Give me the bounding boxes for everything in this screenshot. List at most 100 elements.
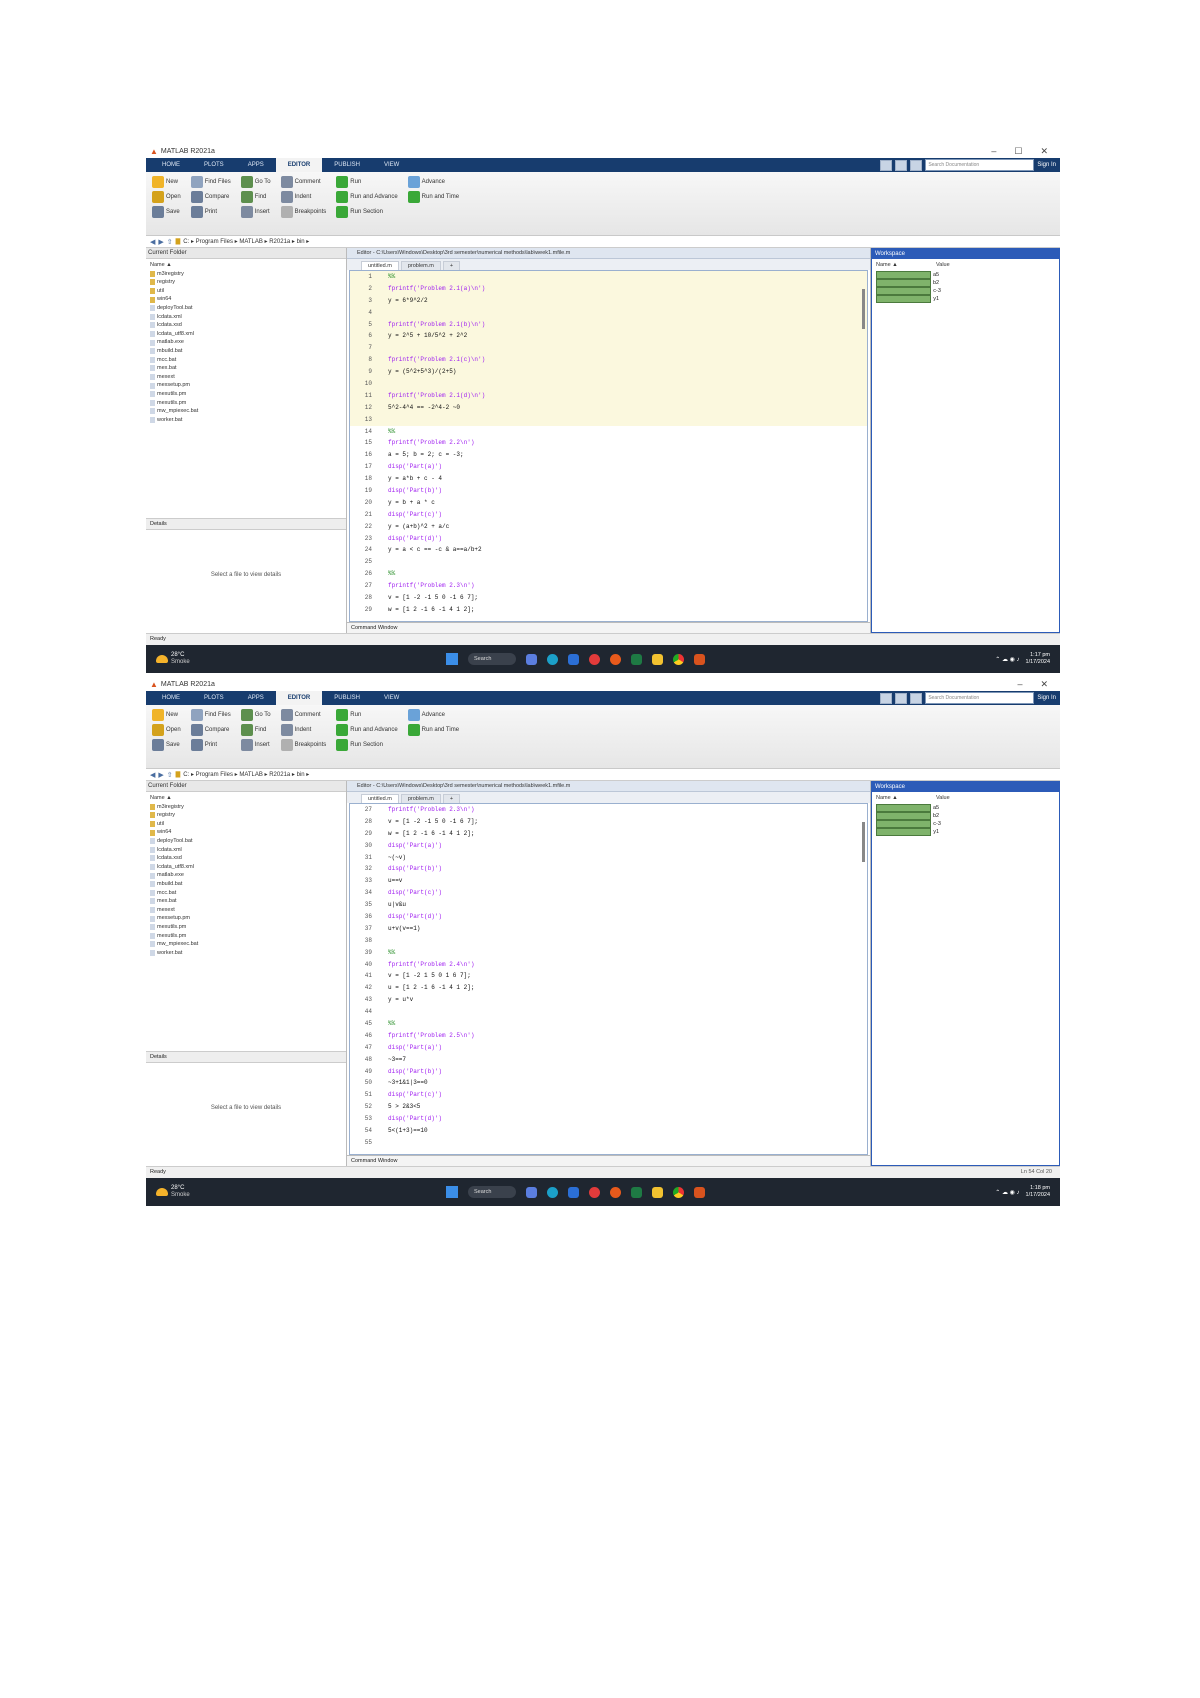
- run-and-advance-button[interactable]: Run and Advance: [336, 724, 398, 736]
- back-icon[interactable]: ◀: [150, 771, 155, 779]
- file-list-item[interactable]: lcdata.xsd: [150, 321, 342, 330]
- forward-icon[interactable]: ▶: [158, 238, 163, 246]
- file-list-item[interactable]: mexutils.pm: [150, 390, 342, 399]
- editor-file-tab[interactable]: +: [442, 794, 461, 803]
- file-explorer-icon[interactable]: [652, 1186, 663, 1198]
- help-icon[interactable]: [910, 692, 923, 704]
- file-list-item[interactable]: mex.bat: [150, 364, 342, 373]
- file-list-item[interactable]: mw_mpiexec.bat: [150, 940, 342, 949]
- code-line[interactable]: 48 ~3==7: [350, 1054, 867, 1066]
- taskbar-search[interactable]: Search: [468, 653, 516, 665]
- code-line[interactable]: 7: [350, 342, 867, 355]
- file-list-item[interactable]: registry: [150, 811, 342, 820]
- file-list-item[interactable]: mcc.bat: [150, 356, 342, 365]
- code-line[interactable]: 46 fprintf('Problem 2.5\n'): [350, 1030, 867, 1042]
- file-list-item[interactable]: mbuild.bat: [150, 347, 342, 356]
- code-line[interactable]: 28 v = [1 -2 -1 5 0 -1 6 7];: [350, 592, 867, 604]
- documentation-search-input[interactable]: Search Documentation: [925, 692, 1035, 704]
- find-button[interactable]: Find: [240, 724, 271, 736]
- code-line[interactable]: 50 ~3+1&1|3==0: [350, 1077, 867, 1089]
- scrollbar[interactable]: [862, 822, 865, 862]
- go-to-button[interactable]: Go To: [240, 176, 271, 188]
- code-line[interactable]: 11 fprintf('Problem 2.1(d)\n'): [350, 389, 867, 402]
- comment-button[interactable]: Comment: [280, 709, 327, 721]
- workspace-variable[interactable]: b2: [872, 812, 1059, 820]
- forward-icon[interactable]: ▶: [158, 771, 163, 779]
- task-view-icon[interactable]: [526, 653, 537, 665]
- record-icon[interactable]: [589, 1186, 600, 1198]
- print-button[interactable]: Print: [190, 739, 231, 751]
- tab-publish[interactable]: PUBLISH: [322, 691, 372, 705]
- code-line[interactable]: 28 v = [1 -2 -1 5 0 -1 6 7];: [350, 816, 867, 828]
- details-header[interactable]: Details: [146, 1051, 346, 1063]
- code-line[interactable]: 33 u==v: [350, 875, 867, 887]
- scrollbar[interactable]: [862, 289, 865, 329]
- tab-editor[interactable]: EDITOR: [275, 158, 323, 172]
- up-folder-icon[interactable]: ⇧: [167, 771, 173, 779]
- editor-file-tab[interactable]: untitled.m: [361, 794, 399, 803]
- code-line[interactable]: 35 u|v&u: [350, 899, 867, 911]
- excel-icon[interactable]: [631, 1186, 642, 1198]
- editor-file-tab[interactable]: problem.m: [400, 794, 441, 803]
- window-controls[interactable]: – ☐ ✕: [991, 146, 1056, 157]
- code-line[interactable]: 27 fprintf('Problem 2.3\n'): [350, 804, 867, 816]
- editor-file-tab[interactable]: problem.m: [400, 261, 441, 270]
- details-header[interactable]: Details: [146, 518, 346, 530]
- workspace-variable[interactable]: c -3: [872, 820, 1059, 828]
- file-list-item[interactable]: lcdata.xml: [150, 846, 342, 855]
- tab-view[interactable]: VIEW: [372, 158, 411, 172]
- file-list-item[interactable]: util: [150, 820, 342, 829]
- workspace-variable[interactable]: b2: [872, 279, 1059, 287]
- column-header[interactable]: Name ▲: [150, 261, 342, 270]
- advance-button[interactable]: Advance: [407, 709, 459, 721]
- code-line[interactable]: 47 disp('Part(a)'): [350, 1042, 867, 1054]
- code-line[interactable]: 13: [350, 413, 867, 426]
- code-line[interactable]: 6 y = 2^5 + 10/5^2 + 2^2: [350, 330, 867, 343]
- taskbar-search[interactable]: Search: [468, 1186, 516, 1198]
- task-view-icon[interactable]: [526, 1186, 537, 1198]
- file-list-item[interactable]: m3iregistry: [150, 270, 342, 279]
- file-list-item[interactable]: deployTool.bat: [150, 837, 342, 846]
- file-list-item[interactable]: mex.bat: [150, 897, 342, 906]
- file-list-item[interactable]: lcdata_utf8.xml: [150, 330, 342, 339]
- print-button[interactable]: Print: [190, 206, 231, 218]
- code-line[interactable]: 12 5^2-4^4 == -2^4-2 ~0: [350, 401, 867, 414]
- indent-button[interactable]: Indent: [280, 724, 327, 736]
- file-list-item[interactable]: registry: [150, 278, 342, 287]
- file-list-item[interactable]: matlab.exe: [150, 338, 342, 347]
- tab-editor[interactable]: EDITOR: [275, 691, 323, 705]
- insert-button[interactable]: Insert: [240, 206, 271, 218]
- matlab-icon[interactable]: [694, 653, 705, 665]
- save-button[interactable]: Save: [152, 739, 181, 751]
- go-to-button[interactable]: Go To: [240, 709, 271, 721]
- code-line[interactable]: 45%%: [350, 1018, 867, 1030]
- file-list-item[interactable]: lcdata.xsd: [150, 854, 342, 863]
- code-line[interactable]: 37 u+v(v==1): [350, 923, 867, 935]
- file-list-item[interactable]: mexutils.pm: [150, 399, 342, 408]
- workspace-variable[interactable]: c -3: [872, 287, 1059, 295]
- code-line[interactable]: 55: [350, 1137, 867, 1149]
- code-line[interactable]: 10: [350, 378, 867, 390]
- code-line[interactable]: 40 fprintf('Problem 2.4\n'): [350, 959, 867, 971]
- windows-logo-icon[interactable]: [446, 1186, 458, 1198]
- open-button[interactable]: Open: [152, 191, 181, 203]
- new-button[interactable]: New: [152, 176, 181, 188]
- store-icon[interactable]: [568, 653, 579, 665]
- code-line[interactable]: 32 disp('Part(b)'): [350, 863, 867, 875]
- code-line[interactable]: 29 w = [1 2 -1 6 -1 4 1 2];: [350, 828, 867, 840]
- code-line[interactable]: 23 disp('Part(d)'): [350, 533, 867, 545]
- file-list-item[interactable]: util: [150, 287, 342, 296]
- quick-access-icon[interactable]: [880, 159, 893, 171]
- code-line[interactable]: 42 u = [1 2 -1 6 -1 4 1 2];: [350, 982, 867, 994]
- sign-in-button[interactable]: Sign In: [1037, 162, 1056, 168]
- code-line[interactable]: 22 y = (a+b)^2 + a/c: [350, 521, 867, 533]
- code-area[interactable]: 1%% 2 fprintf('Problem 2.1(a)\n') 3 y = 6*9^…: [350, 271, 867, 621]
- open-button[interactable]: Open: [152, 724, 181, 736]
- code-line[interactable]: 4: [350, 306, 867, 319]
- code-line[interactable]: 54 5<(1+3)==10: [350, 1125, 867, 1137]
- new-button[interactable]: New: [152, 709, 181, 721]
- weather-widget[interactable]: 28°C Smoke: [156, 652, 190, 666]
- file-list-item[interactable]: m3iregistry: [150, 803, 342, 812]
- comment-button[interactable]: Comment: [280, 176, 327, 188]
- tray-icons[interactable]: ⌃ ☁ ◉ ♪: [995, 656, 1019, 663]
